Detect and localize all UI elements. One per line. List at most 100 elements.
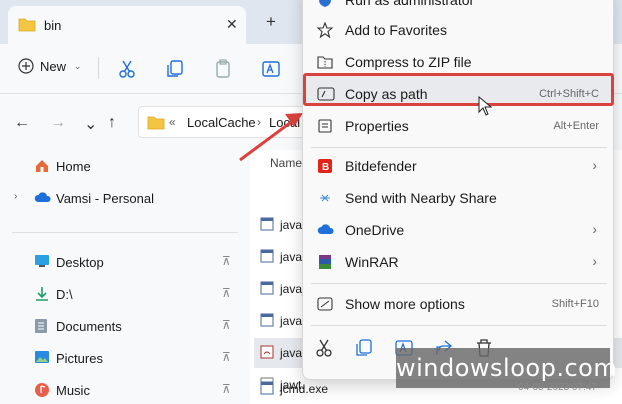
documents-icon — [35, 319, 47, 333]
exe-file-icon — [260, 313, 274, 327]
nav-item-label: Desktop — [56, 255, 104, 270]
menu-item-shortcut: Ctrl+Shift+C — [539, 88, 599, 100]
pin-icon[interactable]: ⊼ — [222, 318, 231, 332]
copy-icon[interactable] — [353, 337, 375, 359]
menu-item-label: Copy as path — [345, 86, 428, 102]
close-tab-icon[interactable]: ✕ — [226, 16, 238, 33]
exe-file-icon — [260, 381, 274, 395]
menu-item-copy-as-path[interactable]: Copy as path Ctrl+Shift+C — [307, 79, 609, 109]
up-arrow-icon[interactable]: ↑ — [108, 114, 116, 132]
plus-circle-icon — [18, 58, 34, 74]
submenu-chevron-icon: › — [592, 221, 597, 237]
nav-item-vamsi-personal[interactable]: › Vamsi - Personal — [0, 184, 250, 212]
nearby-share-icon — [320, 194, 330, 202]
expand-chevron-icon[interactable]: › — [14, 191, 17, 202]
menu-item-label: Show more options — [345, 296, 465, 312]
mouse-pointer-icon — [478, 96, 492, 116]
pin-icon[interactable]: ⊼ — [222, 286, 231, 300]
shield-icon — [319, 0, 331, 7]
nav-item-music[interactable]: Music ⊼ — [0, 376, 250, 404]
new-button[interactable]: New ⌄ — [18, 58, 82, 74]
nav-item-label: Home — [56, 159, 91, 174]
menu-item-bitdefender[interactable]: B Bitdefender › — [307, 151, 609, 181]
breadcrumb-local[interactable]: Local — [269, 115, 300, 130]
new-tab-icon[interactable]: + — [266, 12, 276, 32]
exe-file-icon — [260, 281, 274, 295]
nav-item-documents[interactable]: Documents ⊼ — [0, 312, 250, 340]
desktop-icon — [35, 255, 49, 267]
nav-item-label: Documents — [56, 319, 122, 334]
nav-item-label: D:\ — [56, 287, 73, 302]
svg-text:B: B — [322, 162, 329, 173]
tab-title: bin — [44, 18, 62, 33]
recent-dropdown-icon[interactable]: ⌄ — [84, 114, 97, 134]
winrar-icon — [319, 255, 331, 269]
exe-file-icon — [260, 249, 274, 263]
back-arrow-icon[interactable]: ← — [14, 114, 30, 132]
nav-item-home[interactable]: Home — [0, 152, 250, 180]
menu-divider — [311, 283, 607, 284]
cut-icon[interactable] — [313, 337, 335, 359]
properties-icon — [318, 119, 332, 133]
pin-icon[interactable]: ⊼ — [222, 382, 231, 396]
copy-path-icon — [317, 87, 335, 101]
breadcrumb-localcache[interactable]: LocalCache — [187, 115, 256, 130]
tab-bin[interactable]: bin ✕ — [8, 6, 246, 44]
nav-item-desktop[interactable]: Desktop ⊼ — [0, 248, 250, 276]
menu-item-label: Compress to ZIP file — [345, 54, 472, 70]
menu-item-label: WinRAR — [345, 254, 399, 270]
submenu-chevron-icon: › — [592, 157, 597, 173]
menu-item-shortcut: Shift+F10 — [551, 298, 599, 310]
exe-file-icon — [260, 217, 274, 231]
nav-item-pictures[interactable]: Pictures ⊼ — [0, 344, 250, 372]
context-menu: Run as administrator Add to Favorites Co… — [302, 0, 614, 380]
rename-icon[interactable] — [260, 58, 282, 80]
chevron-down-icon: ⌄ — [74, 60, 82, 71]
column-header-name[interactable]: Name — [270, 156, 302, 170]
menu-item-label: OneDrive — [345, 222, 405, 238]
menu-item-shortcut: Alt+Enter — [553, 120, 599, 132]
paste-icon[interactable] — [212, 58, 234, 80]
breadcrumb-separator: › — [257, 115, 261, 129]
menu-item-label: Run as administrator — [345, 0, 475, 8]
pin-icon[interactable]: ⊼ — [222, 254, 231, 268]
nav-divider — [12, 232, 238, 233]
submenu-chevron-icon: › — [592, 253, 597, 269]
breadcrumb[interactable]: « LocalCache › Local — [138, 106, 308, 138]
nav-item-d-drive[interactable]: D:\ ⊼ — [0, 280, 250, 308]
bitdefender-icon: B — [318, 159, 332, 173]
file-name: jcmd.exe — [280, 382, 329, 396]
menu-item-properties[interactable]: Properties Alt+Enter — [307, 111, 609, 141]
file-date: 04-05-2023 07:47 — [518, 382, 597, 393]
pictures-icon — [35, 351, 49, 363]
forward-arrow-icon[interactable]: → — [50, 114, 66, 132]
cut-icon[interactable] — [116, 58, 138, 80]
folder-icon — [18, 18, 36, 32]
download-arrow-icon — [36, 287, 48, 301]
menu-item-nearby-share[interactable]: Send with Nearby Share — [307, 183, 609, 213]
menu-divider — [311, 147, 607, 148]
menu-divider — [311, 325, 607, 326]
menu-item-onedrive[interactable]: OneDrive › — [307, 215, 609, 245]
onedrive-cloud-icon — [34, 192, 51, 202]
menu-item-winrar[interactable]: WinRAR › — [307, 247, 609, 277]
menu-item-label: Properties — [345, 118, 409, 134]
copy-icon[interactable] — [164, 58, 186, 80]
new-button-label: New — [40, 58, 67, 74]
breadcrumb-overflow[interactable]: « — [169, 115, 176, 129]
music-icon — [35, 383, 49, 397]
menu-item-label: Send with Nearby Share — [345, 190, 497, 206]
nav-item-label: Pictures — [56, 351, 103, 366]
pin-icon[interactable]: ⊼ — [222, 350, 231, 364]
menu-item-label: Add to Favorites — [345, 22, 447, 38]
menu-item-add-to-favorites[interactable]: Add to Favorites — [307, 15, 609, 45]
menu-item-label: Bitdefender — [345, 158, 417, 174]
more-options-icon — [317, 297, 333, 311]
toolbar-divider — [98, 57, 99, 79]
menu-item-show-more-options[interactable]: Show more options Shift+F10 — [307, 289, 609, 319]
file-name: javaj — [280, 282, 305, 296]
nav-item-label: Music — [56, 383, 90, 398]
java-file-icon — [260, 345, 274, 359]
onedrive-icon — [317, 224, 334, 234]
menu-item-run-as-administrator[interactable]: Run as administrator — [307, 0, 609, 15]
